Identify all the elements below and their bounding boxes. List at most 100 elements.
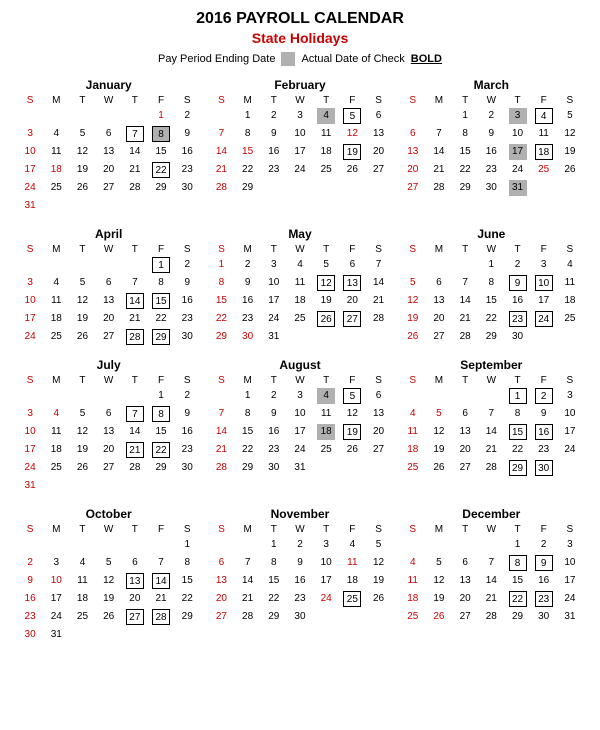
day-cell [96, 626, 122, 644]
legend-gray-box [281, 52, 295, 66]
day-cell [96, 197, 122, 215]
day-cell: 28 [426, 179, 452, 197]
day-cell [148, 477, 174, 495]
day-header-t-7: T [261, 374, 287, 387]
day-cell [122, 256, 148, 274]
day-cell: 11 [531, 125, 557, 143]
page-title: 2016 PAYROLL CALENDAR [15, 10, 585, 28]
day-cell: 6 [96, 405, 122, 423]
day-cell [365, 328, 391, 346]
day-cell: 29 [504, 608, 530, 626]
day-cell: 17 [17, 441, 43, 459]
day-cell: 1 [148, 256, 174, 274]
day-cell: 5 [69, 125, 95, 143]
day-cell: 4 [400, 554, 426, 572]
day-cell: 17 [17, 310, 43, 328]
day-cell: 5 [313, 256, 339, 274]
day-cell: 17 [43, 590, 69, 608]
day-cell: 24 [17, 328, 43, 346]
month-block-march: MarchSMTWTFS1234567891011121314151617181… [398, 76, 585, 217]
day-cell: 2 [174, 107, 200, 125]
day-cell: 31 [504, 179, 530, 197]
day-cell: 17 [313, 572, 339, 590]
day-cell: 15 [261, 572, 287, 590]
day-header-s-7: S [365, 374, 391, 387]
day-header-w-3: W [96, 243, 122, 256]
day-cell: 9 [174, 405, 200, 423]
day-cell: 6 [339, 256, 365, 274]
day-cell: 25 [287, 310, 313, 328]
day-header-f-7: F [339, 374, 365, 387]
day-cell: 9 [531, 554, 557, 572]
day-cell: 13 [365, 405, 391, 423]
day-cell: 11 [313, 405, 339, 423]
day-cell: 28 [122, 328, 148, 346]
day-cell: 8 [504, 554, 530, 572]
day-header-s-9: S [174, 523, 200, 536]
day-cell: 10 [17, 143, 43, 161]
day-cell [17, 536, 43, 554]
day-cell: 9 [287, 554, 313, 572]
day-cell: 25 [557, 310, 583, 328]
day-cell: 20 [400, 161, 426, 179]
day-cell: 4 [531, 107, 557, 125]
day-cell: 18 [339, 572, 365, 590]
day-cell: 20 [208, 590, 234, 608]
day-header-w-10: W [287, 523, 313, 536]
day-cell: 29 [504, 459, 530, 477]
day-header-t-5: T [504, 243, 530, 256]
day-cell [69, 197, 95, 215]
day-cell: 8 [208, 274, 234, 292]
day-cell [557, 459, 583, 477]
day-cell: 20 [452, 441, 478, 459]
day-cell: 20 [96, 310, 122, 328]
day-cell: 11 [287, 274, 313, 292]
day-cell: 22 [478, 310, 504, 328]
day-cell: 16 [235, 292, 261, 310]
day-cell: 7 [122, 125, 148, 143]
day-header-t-3: T [122, 243, 148, 256]
day-cell: 29 [235, 459, 261, 477]
day-cell [122, 197, 148, 215]
month-table-april: SMTWTFS123456789101112131415161718192021… [17, 243, 200, 346]
month-title-january: January [17, 78, 200, 92]
day-cell: 27 [452, 608, 478, 626]
day-cell: 31 [261, 328, 287, 346]
day-cell: 2 [478, 107, 504, 125]
day-header-t-8: T [504, 374, 530, 387]
day-header-w-2: W [478, 94, 504, 107]
day-cell: 18 [69, 590, 95, 608]
day-cell: 6 [452, 405, 478, 423]
day-header-w-9: W [96, 523, 122, 536]
day-cell: 24 [313, 590, 339, 608]
day-cell [96, 256, 122, 274]
month-block-november: NovemberSMTWTFS1234567891011121314151617… [206, 505, 393, 646]
day-cell: 25 [339, 590, 365, 608]
day-cell: 11 [43, 423, 69, 441]
day-cell: 22 [174, 590, 200, 608]
day-cell: 29 [452, 179, 478, 197]
day-cell: 10 [504, 125, 530, 143]
day-cell: 21 [122, 161, 148, 179]
day-cell: 25 [400, 608, 426, 626]
day-cell: 20 [96, 161, 122, 179]
day-cell: 16 [174, 143, 200, 161]
day-cell: 15 [235, 143, 261, 161]
day-cell: 22 [504, 590, 530, 608]
day-cell [122, 387, 148, 405]
day-cell [400, 107, 426, 125]
day-header-t-1: T [261, 94, 287, 107]
day-cell: 21 [235, 590, 261, 608]
day-cell: 26 [557, 161, 583, 179]
day-header-t-9: T [69, 523, 95, 536]
day-cell: 20 [339, 292, 365, 310]
day-cell: 13 [426, 292, 452, 310]
day-cell: 4 [313, 107, 339, 125]
day-cell: 14 [208, 423, 234, 441]
month-title-october: October [17, 507, 200, 521]
day-cell: 2 [261, 107, 287, 125]
day-cell [400, 387, 426, 405]
day-cell: 25 [43, 459, 69, 477]
day-cell: 13 [452, 572, 478, 590]
day-cell: 4 [43, 405, 69, 423]
